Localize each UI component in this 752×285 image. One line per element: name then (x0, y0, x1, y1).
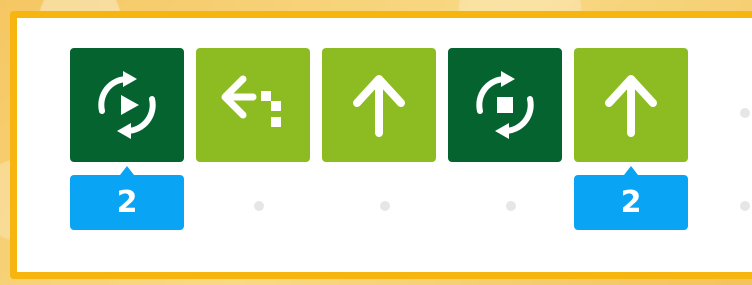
repeat-start-block[interactable] (70, 48, 184, 162)
program-sequence: 2 2 (70, 48, 752, 248)
empty-param-slot[interactable] (254, 201, 264, 211)
next-param-slot[interactable] (740, 201, 750, 211)
repeat-play-icon (98, 71, 156, 139)
repeat-end-block[interactable] (448, 48, 562, 162)
empty-param-slot[interactable] (380, 201, 390, 211)
empty-param-slot[interactable] (506, 201, 516, 211)
move-count-param[interactable]: 2 (574, 166, 688, 230)
program-panel: 2 2 (10, 11, 752, 279)
move-forward-block[interactable] (322, 48, 436, 162)
move-count-value: 2 (620, 185, 642, 220)
repeat-count-param[interactable]: 2 (70, 166, 184, 230)
move-forward-block[interactable] (574, 48, 688, 162)
repeat-stop-icon (476, 71, 534, 139)
param-notch (120, 166, 134, 175)
turn-left-arrow-icon (221, 75, 281, 127)
up-arrow-icon (353, 75, 405, 137)
next-block-slot[interactable] (740, 108, 750, 118)
turn-left-block[interactable] (196, 48, 310, 162)
up-arrow-icon (605, 75, 657, 137)
repeat-count-value: 2 (116, 185, 138, 220)
param-notch (624, 166, 638, 175)
